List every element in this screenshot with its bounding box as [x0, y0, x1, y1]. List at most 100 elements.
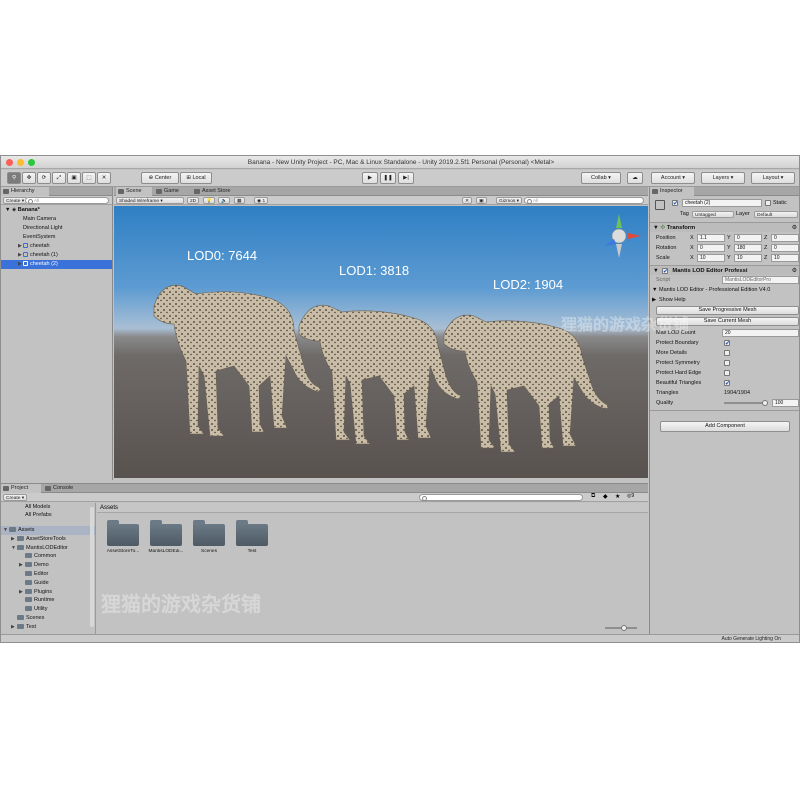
folder-tree-item[interactable]: Scenes	[1, 614, 95, 623]
move-tool-button[interactable]: ✥	[22, 172, 36, 184]
folder-tree-item[interactable]: ▶ Test	[1, 623, 95, 632]
toggle-2d-button[interactable]: 2D	[187, 197, 200, 204]
project-create-button[interactable]: Create ▾	[3, 494, 28, 501]
minimize-window-button[interactable]	[17, 159, 24, 166]
hierarchy-item[interactable]: ▶ cheetah (2)	[1, 260, 112, 269]
hierarchy-item[interactable]: Main Camera	[1, 215, 112, 224]
effects-dropdown[interactable]: ▦	[234, 197, 245, 204]
tab-scene[interactable]: Scene	[116, 187, 152, 196]
cheetah-lod2[interactable]	[443, 314, 611, 453]
scene-tools-button[interactable]: ✕	[462, 197, 473, 204]
close-window-button[interactable]	[6, 159, 13, 166]
tab-game[interactable]: Game	[154, 187, 188, 196]
position-x-field[interactable]: 1.1	[697, 234, 725, 242]
hierarchy-create-button[interactable]: Create ▾	[3, 197, 28, 204]
tree-scrollbar[interactable]	[90, 507, 94, 627]
mantis-component-header[interactable]: ▼ Mantis LOD Editor Professi ⚙	[650, 265, 799, 277]
lighting-toggle[interactable]: 💡	[203, 197, 215, 204]
play-button[interactable]: ▶	[362, 172, 378, 184]
folder-tree-item[interactable]: ▶ Plugins	[1, 588, 95, 597]
account-dropdown[interactable]: Account ▾	[651, 172, 695, 184]
position-z-field[interactable]: 0	[771, 234, 799, 242]
zoom-window-button[interactable]	[28, 159, 35, 166]
max-lod-field[interactable]: 20	[722, 329, 799, 337]
hidden-count-badge[interactable]: ◎9	[627, 493, 634, 499]
position-y-field[interactable]: 0	[734, 234, 762, 242]
folder-tree-item[interactable]: ▼ Assets	[1, 526, 95, 535]
tab-inspector[interactable]: Inspector	[650, 187, 694, 196]
custom-tool-button[interactable]: ✕	[97, 172, 111, 184]
layer-dropdown[interactable]: Default	[754, 211, 798, 218]
tab-console[interactable]: Console	[43, 484, 83, 493]
protect-hard-edge-checkbox[interactable]	[724, 370, 730, 376]
pivot-center-button[interactable]: ⊕ Center	[141, 172, 179, 184]
folder-tree-item[interactable]: Editor	[1, 570, 95, 579]
layout-dropdown[interactable]: Layout ▾	[751, 172, 795, 184]
save-progressive-mesh-button[interactable]: Save Progressive Mesh	[656, 306, 799, 315]
favorite-all-prefabs[interactable]: All Prefabs	[1, 511, 95, 520]
folder-tree-item[interactable]: Runtime	[1, 596, 95, 605]
hierarchy-item[interactable]: ▶ cheetah	[1, 242, 112, 251]
quality-slider-track[interactable]	[724, 402, 766, 404]
icon-size-slider-handle[interactable]	[621, 625, 627, 631]
scale-z-field[interactable]: 10	[771, 254, 799, 262]
audio-toggle[interactable]: 🔈	[218, 197, 230, 204]
gizmos-dropdown[interactable]: Gizmos ▾	[496, 197, 522, 204]
protect-symmetry-checkbox[interactable]	[724, 360, 730, 366]
transform-tool-button[interactable]: ⬚	[82, 172, 96, 184]
quality-slider-handle[interactable]	[762, 400, 768, 406]
object-name-field[interactable]: cheetah (2)	[682, 199, 762, 207]
scene-camera-button[interactable]: ▣	[476, 197, 487, 204]
folder-tree-item[interactable]: Utility	[1, 605, 95, 614]
more-details-checkbox[interactable]	[724, 350, 730, 356]
object-active-checkbox[interactable]	[672, 199, 678, 209]
transform-header[interactable]: ▼ ✣ Transform ⚙	[650, 222, 799, 233]
cloud-button[interactable]: ☁	[627, 172, 643, 184]
beautiful-triangles-checkbox[interactable]	[724, 379, 730, 389]
folder-tree-item[interactable]: Common	[1, 552, 95, 561]
quality-field[interactable]: 100	[772, 399, 799, 407]
cheetah-lod1[interactable]	[298, 304, 463, 445]
tag-dropdown[interactable]: Untagged	[692, 211, 734, 218]
tab-asset-store[interactable]: Asset Store	[192, 187, 242, 196]
hierarchy-item[interactable]: EventSystem	[1, 233, 112, 242]
pause-button[interactable]: ❚❚	[380, 172, 396, 184]
hierarchy-item[interactable]: Directional Light	[1, 224, 112, 233]
static-checkbox[interactable]	[765, 200, 771, 206]
scene-viewport[interactable]: LOD0: 7644 LOD1: 3818 LOD2: 1904	[114, 206, 648, 478]
collab-button[interactable]: Collab ▾	[581, 172, 621, 184]
hierarchy-item[interactable]: ▶ cheetah (1)	[1, 251, 112, 260]
shading-mode-dropdown[interactable]: Shaded Wireframe ▾	[116, 197, 184, 204]
rotate-tool-button[interactable]: ⟳	[37, 172, 51, 184]
scale-x-field[interactable]: 10	[697, 254, 725, 262]
filter-by-label-icon[interactable]: ◆	[603, 493, 608, 500]
layers-dropdown[interactable]: Layers ▾	[701, 172, 745, 184]
hidden-layers-toggle[interactable]: ◉ 1	[254, 197, 269, 204]
folder-tree-item[interactable]: Guide	[1, 579, 95, 588]
scene-search-input[interactable]: All	[524, 197, 644, 204]
scene-root-row[interactable]: ▼ ◈ Banana*	[1, 206, 112, 215]
rect-tool-button[interactable]: ▣	[67, 172, 81, 184]
scale-tool-button[interactable]: ⤢	[52, 172, 66, 184]
protect-boundary-checkbox[interactable]	[724, 339, 730, 349]
scale-y-field[interactable]: 10	[734, 254, 762, 262]
cheetah-lod0[interactable]	[153, 284, 323, 437]
tab-hierarchy[interactable]: Hierarchy	[1, 187, 49, 196]
add-component-button[interactable]: Add Component	[660, 421, 790, 432]
favorite-star-icon[interactable]: ★	[615, 493, 620, 500]
filter-by-type-icon[interactable]: ⧉	[591, 493, 595, 500]
rotation-y-field[interactable]: 180	[734, 244, 762, 252]
settings-gear-icon[interactable]: ⚙	[792, 223, 797, 233]
scene-gizmo[interactable]	[604, 214, 641, 258]
show-help-row[interactable]: ▶ Show Help	[650, 295, 799, 305]
folder-tree-item[interactable]: ▶ AssetStoreTools	[1, 535, 95, 544]
save-current-mesh-button[interactable]: Save Current Mesh	[656, 317, 799, 326]
hierarchy-search-input[interactable]: All	[25, 197, 109, 204]
pivot-local-button[interactable]: ⊞ Local	[180, 172, 212, 184]
folder-tree-item[interactable]: ▼ MantisLODEditor	[1, 544, 95, 553]
hand-tool-button[interactable]: ⚲	[7, 172, 21, 184]
folder-tree-item[interactable]: ▶ Demo	[1, 561, 95, 570]
component-enabled-checkbox[interactable]	[662, 267, 668, 277]
step-button[interactable]: ▶|	[398, 172, 414, 184]
project-search-input[interactable]	[419, 494, 583, 501]
